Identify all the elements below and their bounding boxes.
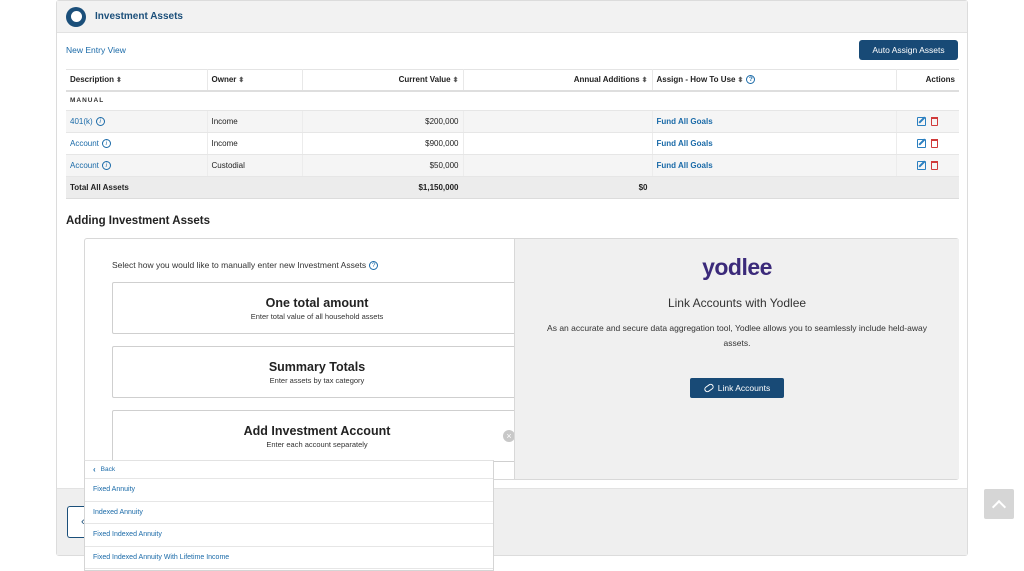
option-subtitle: Enter each account separately [266,440,368,449]
group-row-manual: MANUAL [66,90,959,111]
link-icon [702,382,715,394]
help-icon[interactable]: ? [746,75,756,85]
col-owner[interactable]: Owner ⬍ [207,69,303,92]
col-annual-additions[interactable]: Annual Additions ⬍ [463,69,653,92]
card-title: Investment Assets [95,11,183,22]
table-row: 401(k) i Income $200,000 Fund All Goals [66,110,959,133]
link-accounts-button[interactable]: Link Accounts [690,378,784,398]
yodlee-title: Link Accounts with Yodlee [667,296,807,310]
current-value-cell: $200,000 [302,110,464,133]
option-title: One total amount [265,296,369,310]
assign-link[interactable]: Fund All Goals [657,161,713,170]
sort-icon[interactable]: ⬍ [642,77,648,84]
sort-icon[interactable]: ⬍ [238,77,244,84]
owner-cell: Income [207,110,303,133]
asset-name-link[interactable]: Account [70,139,99,148]
manual-entry-pane: Select how you would like to manually en… [85,239,522,479]
edit-icon[interactable] [917,161,927,171]
dropdown-item[interactable]: Fixed Indexed Annuity [85,524,493,547]
chevron-left-icon: ‹ [93,465,96,474]
total-annual-additions: $0 [463,176,653,199]
info-icon[interactable]: i [101,161,111,171]
group-label: MANUAL [66,90,959,111]
help-icon[interactable]: ? [369,261,379,271]
dropdown-item[interactable]: Indexed Annuity [85,502,493,524]
current-value-cell: $50,000 [302,154,464,177]
owner-cell: Income [207,132,303,155]
col-description[interactable]: Description ⬍ [66,69,208,92]
current-value-cell: $900,000 [302,132,464,155]
table-row: Account i Custodial $50,000 Fund All Goal… [66,154,959,177]
account-type-dropdown: ‹ Back Fixed Annuity Indexed Annuity Fixe… [84,460,494,571]
entry-method-prompt: Select how you would like to manually en… [112,260,379,271]
annual-additions-cell [463,132,653,155]
option-title: Add Investment Account [243,424,391,438]
trash-icon[interactable] [931,117,939,127]
chevron-up-icon [991,499,1007,514]
table-header-row: Description ⬍ Owner ⬍ Current Value ⬍ Annua… [66,69,959,92]
auto-assign-assets-button[interactable]: Auto Assign Assets [859,40,958,60]
option-subtitle: Enter total value of all household asset… [250,312,384,321]
annual-additions-cell [463,110,653,133]
assign-link[interactable]: Fund All Goals [657,117,713,126]
option-subtitle: Enter assets by tax category [269,376,365,385]
trash-icon[interactable] [931,161,939,171]
asset-name-link[interactable]: 401(k) [70,117,93,126]
col-assign[interactable]: Assign - How To Use ⬍? [652,69,897,92]
adding-section-title: Adding Investment Assets [66,215,210,227]
col-current-value[interactable]: Current Value ⬍ [302,69,464,92]
info-icon[interactable]: i [95,117,105,127]
new-entry-view-link[interactable]: New Entry View [66,45,126,55]
dropdown-back[interactable]: ‹ Back [85,461,493,479]
trash-icon[interactable] [931,139,939,149]
adding-assets-panel: Select how you would like to manually en… [84,238,959,480]
add-investment-account-option[interactable]: Add Investment Account Enter each accoun… [112,410,522,462]
yodlee-description: As an accurate and secure data aggregati… [547,323,927,348]
sort-icon[interactable]: ⬍ [453,77,459,84]
card-header: Investment Assets [57,1,967,33]
sort-icon[interactable]: ⬍ [737,77,743,84]
col-actions: Actions [896,69,959,92]
annual-additions-cell [463,154,653,177]
dropdown-item[interactable]: Fixed Indexed Annuity With Lifetime Inco… [85,547,493,569]
option-title: Summary Totals [268,360,366,374]
edit-icon[interactable] [917,139,927,149]
assign-link[interactable]: Fund All Goals [657,139,713,148]
info-icon[interactable]: i [101,139,111,149]
one-total-amount-option[interactable]: One total amount Enter total value of al… [112,282,522,334]
total-row: Total All Assets $1,150,000 $0 [66,176,959,199]
total-label: Total All Assets [66,176,208,199]
assets-table: Description ⬍ Owner ⬍ Current Value ⬍ Annua… [66,69,959,199]
table-row: Account i Income $900,000 Fund All Goals [66,132,959,155]
yodlee-pane: yodlee Link Accounts with Yodlee As an a… [514,239,959,479]
check-circle-icon [66,6,86,27]
summary-totals-option[interactable]: Summary Totals Enter assets by tax categ… [112,346,522,398]
asset-name-link[interactable]: Account [70,161,99,170]
total-current-value: $1,150,000 [302,176,464,199]
sort-icon[interactable]: ⬍ [116,77,122,84]
dropdown-item[interactable]: Fixed Annuity [85,479,493,502]
owner-cell: Custodial [207,154,303,177]
edit-icon[interactable] [917,117,927,127]
scroll-to-top-button[interactable] [984,489,1014,519]
yodlee-logo: yodlee [702,254,772,280]
